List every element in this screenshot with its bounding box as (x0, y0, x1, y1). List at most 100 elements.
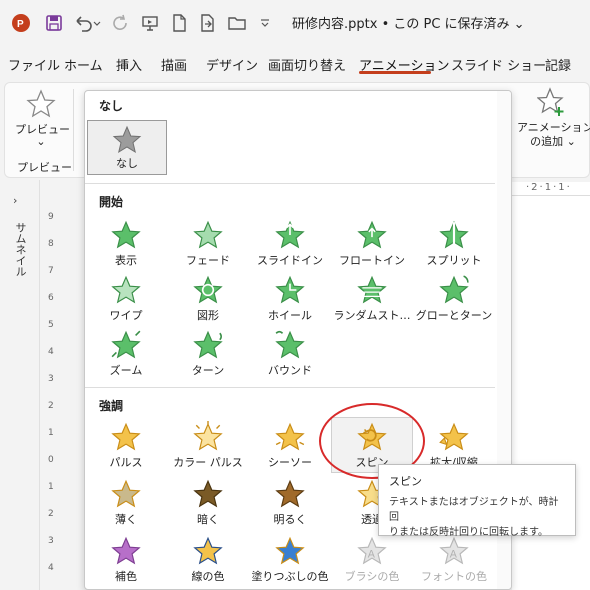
file-name: 研修内容.pptx (292, 17, 378, 32)
vertical-ruler: 9 8 7 6 5 4 3 2 1 0 1 2 3 4 (44, 212, 64, 590)
animation-pulse-item[interactable]: パルス (85, 421, 167, 477)
svg-text:A: A (450, 548, 458, 560)
animation-fillcolor-item[interactable]: 塗りつぶしの色 (249, 535, 331, 589)
tooltip-line-2: りまたは反時計回りに回転します。 (389, 527, 548, 538)
animation-lighten-item[interactable]: 明るく (249, 478, 331, 534)
preview-dropdown-icon: ⌄ (36, 135, 46, 148)
section-none-heading: なし (99, 99, 124, 113)
tab-draw[interactable]: 描画 (161, 55, 187, 74)
animation-shape-label: 図形 (197, 309, 219, 322)
ruler-tick-label: 7 (48, 266, 54, 276)
powerpoint-logo-icon: P (10, 12, 32, 34)
add-animation-label-2: の追加 ⌄ (530, 135, 576, 148)
tab-transitions[interactable]: 画面切り替え (268, 55, 346, 74)
expand-thumbnails-icon[interactable]: › (13, 194, 17, 207)
tab-insert[interactable]: 挿入 (116, 55, 142, 74)
presentation-icon[interactable] (140, 12, 160, 34)
colorpulse-star-icon (193, 421, 223, 451)
powerpoint-logo-letter: P (17, 19, 24, 30)
section-entrance-heading: 開始 (99, 195, 124, 209)
ruler-tick-label: 0 (48, 455, 54, 465)
add-animation-star-icon (537, 87, 564, 116)
ruler-tick-label: 4 (48, 347, 54, 357)
pulse-star-icon (111, 422, 141, 451)
preview-star-icon (26, 89, 56, 118)
animation-swivel-label: ターン (191, 364, 225, 377)
horizontal-ruler: ·2·1·1· (512, 182, 590, 196)
complement-star-icon (111, 536, 141, 565)
tab-home[interactable]: ホーム (64, 55, 103, 74)
animation-colorpulse-item[interactable]: カラー パルス (167, 421, 249, 477)
ruler-tick-label: 1 (48, 482, 54, 492)
animation-random-item[interactable]: ランダムスト… (331, 274, 413, 330)
tooltip-title: スピン (389, 475, 422, 488)
fade-star-icon (193, 220, 223, 249)
save-status: • この PC に保存済み ⌄ (377, 17, 525, 32)
zoom-star-icon (111, 330, 141, 359)
tab-design[interactable]: デザイン (206, 55, 258, 74)
window-title[interactable]: 研修内容.pptx • この PC に保存済み ⌄ (292, 13, 525, 32)
animation-darken-item[interactable]: 暗く (167, 478, 249, 534)
animation-teeter-item[interactable]: シーソー (249, 421, 331, 477)
animation-fade-label: フェード (186, 254, 230, 267)
animation-none-item[interactable]: なし (87, 120, 167, 175)
section-divider (85, 183, 495, 184)
animation-swivel-item[interactable]: ターン (167, 329, 249, 385)
lighten-star-icon (275, 479, 305, 508)
animation-wheel-label: ホイール (268, 309, 312, 322)
animation-teeter-label: シーソー (268, 456, 312, 469)
animation-split-item[interactable]: スプリット (413, 219, 495, 275)
grow-star-icon (439, 275, 469, 304)
animation-complement-item[interactable]: 補色 (85, 535, 167, 589)
ribbon-separator (73, 89, 74, 171)
thumbnail-label[interactable]: サムネイル (12, 222, 28, 277)
redo-icon[interactable] (110, 12, 132, 34)
new-file-icon[interactable] (170, 12, 188, 34)
preview-group-label: プレビュー (17, 161, 72, 174)
undo-icon[interactable] (72, 12, 102, 34)
save-icon[interactable] (44, 12, 64, 34)
open-folder-icon[interactable] (226, 12, 248, 34)
animation-grow-item[interactable]: グローとターン (413, 274, 495, 330)
section-emphasis-heading: 強調 (99, 399, 124, 413)
tab-record[interactable]: 記録 (545, 55, 571, 74)
animation-show-item[interactable]: 表示 (85, 219, 167, 275)
show-star-icon (111, 220, 141, 249)
animation-desaturate-item[interactable]: 薄く (85, 478, 167, 534)
customize-qat-icon[interactable] (258, 12, 272, 34)
animation-pulse-label: パルス (109, 456, 143, 469)
animation-wipe-item[interactable]: ワイプ (85, 274, 167, 330)
animation-fillcolor-label: 塗りつぶしの色 (251, 570, 329, 583)
animation-fontcolor-label: フォントの色 (421, 570, 487, 583)
ruler-tick-label: 8 (48, 239, 54, 249)
ruler-tick-label: 6 (48, 293, 54, 303)
animation-bounce-item[interactable]: バウンド (249, 329, 331, 385)
animation-bounce-label: バウンド (268, 364, 312, 377)
animation-fly-label: スライドイン (257, 254, 323, 267)
animation-zoom-item[interactable]: ズーム (85, 329, 167, 385)
add-animation-button[interactable]: アニメーション の追加 ⌄ (517, 87, 590, 151)
tab-file[interactable]: ファイル (8, 55, 60, 74)
animation-wheel-item[interactable]: ホイール (249, 274, 331, 330)
preview-button[interactable]: プレビュー ⌄ (15, 87, 70, 149)
animation-float-item[interactable]: フロートイン (331, 219, 413, 275)
animation-shape-item[interactable]: 図形 (167, 274, 249, 330)
file-export-icon[interactable] (198, 12, 218, 34)
animation-float-label: フロートイン (339, 254, 405, 267)
animation-zoom-label: ズーム (109, 364, 143, 377)
fly-star-icon (275, 220, 305, 249)
swivel-star-icon (193, 330, 223, 359)
animation-fly-item[interactable]: スライドイン (249, 219, 331, 275)
animation-linecolor-item[interactable]: 線の色 (167, 535, 249, 589)
random-star-icon (357, 275, 387, 304)
animation-darken-label: 暗く (197, 513, 219, 526)
animation-colorpulse-label: カラー パルス (173, 456, 243, 469)
animation-split-label: スプリット (426, 254, 482, 267)
wipe-star-icon (111, 275, 141, 304)
animation-fade-item[interactable]: フェード (167, 219, 249, 275)
tab-slideshow[interactable]: スライド ショー (451, 55, 546, 74)
tooltip-description: テキストまたはオブジェクトが、時計回 りまたは反時計回りに回転します。 (389, 495, 565, 540)
animation-wipe-label: ワイプ (109, 309, 143, 322)
animation-show-label: 表示 (115, 254, 137, 267)
title-bar: P 研修内容.pptx • この PC に保存済み ⌄ (0, 0, 590, 46)
